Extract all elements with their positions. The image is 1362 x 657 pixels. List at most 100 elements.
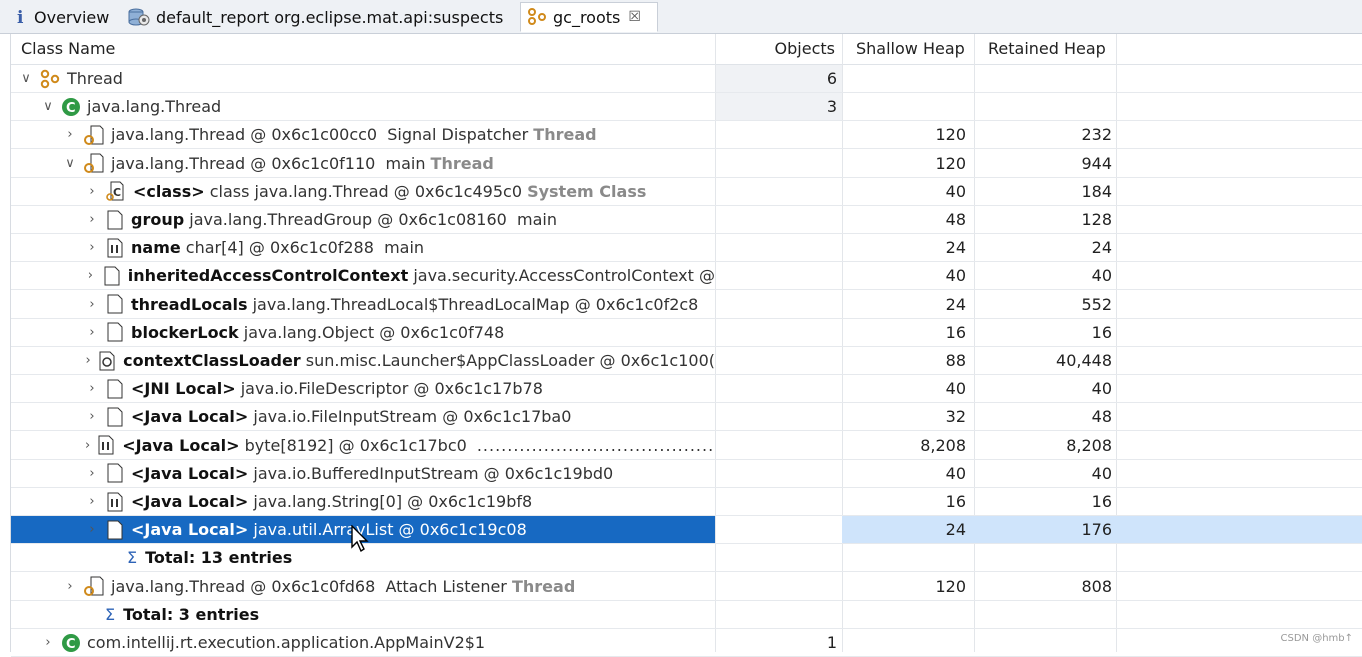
column-header-class-name[interactable]: Class Name bbox=[21, 34, 711, 64]
table-row[interactable]: › <Java Local> java.io.BufferedInputStrea… bbox=[11, 460, 1362, 488]
tab-default-report[interactable]: default_report org.eclipse.mat.api:suspe… bbox=[128, 2, 518, 32]
field-name: Total: 3 entries bbox=[123, 604, 260, 624]
chevron-right-icon[interactable]: › bbox=[63, 579, 77, 594]
table-row[interactable]: › <Java Local> byte[8192] @ 0x6c1c17bc0..… bbox=[11, 432, 1362, 460]
class-name-cell[interactable]: › blockerLock java.lang.Object @ 0x6c1c0f… bbox=[11, 319, 715, 346]
chevron-right-icon[interactable]: › bbox=[85, 438, 90, 453]
shallow-cell bbox=[844, 93, 966, 120]
table-row[interactable]: › <Java Local> java.io.FileInputStream @ … bbox=[11, 403, 1362, 432]
table-row[interactable]: ∨ Thread 6 bbox=[11, 65, 1362, 93]
chevron-right-icon[interactable]: › bbox=[85, 268, 96, 283]
table-row[interactable]: › <Java Local> java.lang.String[0] @ 0x6c… bbox=[11, 488, 1362, 516]
column-header-retained-heap[interactable]: Retained Heap bbox=[988, 34, 1118, 64]
shallow-cell: 16 bbox=[945, 322, 966, 342]
class-name-cell[interactable]: › <Java Local> java.io.BufferedInputStrea… bbox=[11, 460, 715, 487]
class-name-cell[interactable]: › java.lang.Thread @ 0x6c1c0fd68 Attach L… bbox=[11, 573, 715, 600]
class-name-cell[interactable]: ∨ Cjava.lang.Thread bbox=[11, 93, 715, 120]
chevron-right-icon[interactable]: › bbox=[85, 325, 99, 340]
retained-cell: 8,208 bbox=[1066, 435, 1112, 455]
class-name-cell[interactable]: › java.lang.Thread @ 0x6c1c00cc0 Signal D… bbox=[11, 121, 715, 148]
class-name-cell[interactable]: › <JNI Local> java.io.FileDescriptor @ 0x… bbox=[11, 375, 715, 402]
retained-cell: 40,448 bbox=[1056, 351, 1112, 370]
table-row[interactable]: › Ccom.intellij.rt.execution.application.… bbox=[11, 629, 1362, 657]
chevron-right-icon[interactable]: › bbox=[63, 127, 77, 142]
table-row[interactable]: › <Java Local> java.util.ArrayList @ 0x6c… bbox=[11, 516, 1362, 545]
class-c-icon: C bbox=[61, 633, 81, 653]
class-name-cell[interactable]: › contextClassLoader sun.misc.Launcher$Ap… bbox=[11, 347, 715, 374]
object-kind-label: System Class bbox=[527, 181, 647, 201]
object-label: java.lang.Object @ 0x6c1c0f748 bbox=[238, 322, 505, 342]
object-icon bbox=[105, 209, 125, 231]
retained-cell: 944 bbox=[1081, 153, 1112, 173]
chevron-right-icon[interactable]: › bbox=[85, 409, 99, 424]
table-row[interactable]: › name char[4] @ 0x6c1c0f288 main 24 24 bbox=[11, 234, 1362, 263]
table-row[interactable]: › threadLocals java.lang.ThreadLocal$Thre… bbox=[11, 291, 1362, 319]
table-row[interactable]: ∨ Cjava.lang.Thread 3 bbox=[11, 93, 1362, 122]
class-name-cell[interactable]: › threadLocals java.lang.ThreadLocal$Thre… bbox=[11, 291, 715, 318]
class-name-cell[interactable]: › name char[4] @ 0x6c1c0f288 main bbox=[11, 234, 715, 261]
table-row[interactable]: › C <class> class java.lang.Thread @ 0x6c1… bbox=[11, 178, 1362, 206]
table-row[interactable]: › <JNI Local> java.io.FileDescriptor @ 0x… bbox=[11, 375, 1362, 404]
chevron-right-icon[interactable]: › bbox=[85, 297, 99, 312]
class-name-cell[interactable]: Σ Total: 3 entries bbox=[11, 601, 715, 628]
retained-cell bbox=[976, 544, 1112, 571]
table-row[interactable]: › contextClassLoader sun.misc.Launcher$Ap… bbox=[11, 347, 1362, 375]
object-label: java.lang.Thread @ 0x6c1c00cc0 Signal Di… bbox=[111, 125, 534, 145]
field-name: group bbox=[131, 210, 185, 229]
class-name-cell[interactable]: › C <class> class java.lang.Thread @ 0x6c1… bbox=[11, 178, 715, 205]
column-header-objects[interactable]: Objects bbox=[717, 34, 835, 64]
class-name-cell[interactable]: › group java.lang.ThreadGroup @ 0x6c1c081… bbox=[11, 206, 715, 233]
shallow-cell: 120 bbox=[935, 576, 966, 596]
gc-roots-table: Class Name Objects Shallow Heap Retained… bbox=[10, 34, 1362, 657]
chevron-down-icon[interactable]: ∨ bbox=[19, 71, 33, 86]
field-name: <Java Local> bbox=[131, 463, 249, 483]
classloader-icon bbox=[97, 350, 117, 372]
field-name: Total: 13 entries bbox=[145, 548, 293, 568]
tab-label: default_report org.eclipse.mat.api:suspe… bbox=[156, 7, 504, 27]
table-row[interactable]: › inheritedAccessControlContext java.secu… bbox=[11, 262, 1362, 291]
object-label: java.lang.Thread @ 0x6c1c0fd68 Attach Li… bbox=[111, 576, 512, 596]
object-label: java.util.ArrayList @ 0x6c1c19c08 bbox=[248, 520, 527, 540]
table-row[interactable]: › java.lang.Thread @ 0x6c1c0fd68 Attach L… bbox=[11, 573, 1362, 601]
chevron-right-icon[interactable]: › bbox=[41, 635, 55, 650]
table-row[interactable]: › group java.lang.ThreadGroup @ 0x6c1c081… bbox=[11, 206, 1362, 234]
shallow-cell: 88 bbox=[945, 351, 966, 370]
tab-overview[interactable]: i Overview bbox=[14, 2, 122, 32]
table-row[interactable]: ∨ java.lang.Thread @ 0x6c1c0f110 main Thr… bbox=[11, 150, 1362, 178]
table-row[interactable]: Σ Total: 3 entries bbox=[11, 601, 1362, 629]
chevron-right-icon[interactable]: › bbox=[85, 184, 99, 199]
chevron-right-icon[interactable]: › bbox=[85, 212, 99, 227]
class-name-cell[interactable]: › <Java Local> java.lang.String[0] @ 0x6c… bbox=[11, 488, 715, 515]
object-label: class java.lang.Thread @ 0x6c1c495c0 bbox=[204, 181, 528, 201]
retained-cell: 40 bbox=[1091, 463, 1112, 483]
shallow-cell: 8,208 bbox=[920, 435, 966, 455]
chevron-right-icon[interactable]: › bbox=[85, 353, 91, 368]
object-icon bbox=[102, 265, 122, 287]
class-name-cell[interactable]: ∨ java.lang.Thread @ 0x6c1c0f110 main Thr… bbox=[11, 150, 715, 177]
objects-cell bbox=[717, 488, 837, 515]
shallow-cell: 120 bbox=[935, 125, 966, 145]
object-label: java.security.AccessControlContext @ bbox=[408, 266, 715, 286]
object-icon bbox=[105, 293, 125, 315]
table-header: Class Name Objects Shallow Heap Retained… bbox=[11, 34, 1362, 65]
class-name-cell[interactable]: ∨ Thread bbox=[11, 65, 715, 92]
chevron-down-icon[interactable]: ∨ bbox=[41, 99, 55, 114]
chevron-down-icon[interactable]: ∨ bbox=[63, 156, 77, 171]
class-name-cell[interactable]: › <Java Local> byte[8192] @ 0x6c1c17bc0..… bbox=[11, 432, 715, 459]
close-icon[interactable]: ☒ bbox=[628, 9, 641, 25]
chevron-right-icon[interactable]: › bbox=[85, 240, 99, 255]
retained-cell bbox=[976, 65, 1112, 92]
table-row[interactable]: › java.lang.Thread @ 0x6c1c00cc0 Signal D… bbox=[11, 121, 1362, 150]
watermark: CSDN @hmb↑ bbox=[1280, 633, 1354, 644]
class-name-cell[interactable]: › <Java Local> java.io.FileInputStream @ … bbox=[11, 403, 715, 430]
chevron-right-icon[interactable]: › bbox=[85, 494, 99, 509]
table-row[interactable]: › blockerLock java.lang.Object @ 0x6c1c0f… bbox=[11, 319, 1362, 347]
tab-gc-roots[interactable]: gc_roots ☒ bbox=[520, 2, 658, 32]
object-label: java.io.FileInputStream @ 0x6c1c17ba0 bbox=[248, 407, 572, 427]
column-header-shallow-heap[interactable]: Shallow Heap bbox=[856, 34, 976, 64]
chevron-right-icon[interactable]: › bbox=[85, 381, 99, 396]
table-row[interactable]: Σ Total: 13 entries bbox=[11, 544, 1362, 573]
chevron-right-icon[interactable]: › bbox=[85, 522, 99, 537]
class-name-cell[interactable]: › inheritedAccessControlContext java.secu… bbox=[11, 262, 715, 289]
chevron-right-icon[interactable]: › bbox=[85, 466, 99, 481]
